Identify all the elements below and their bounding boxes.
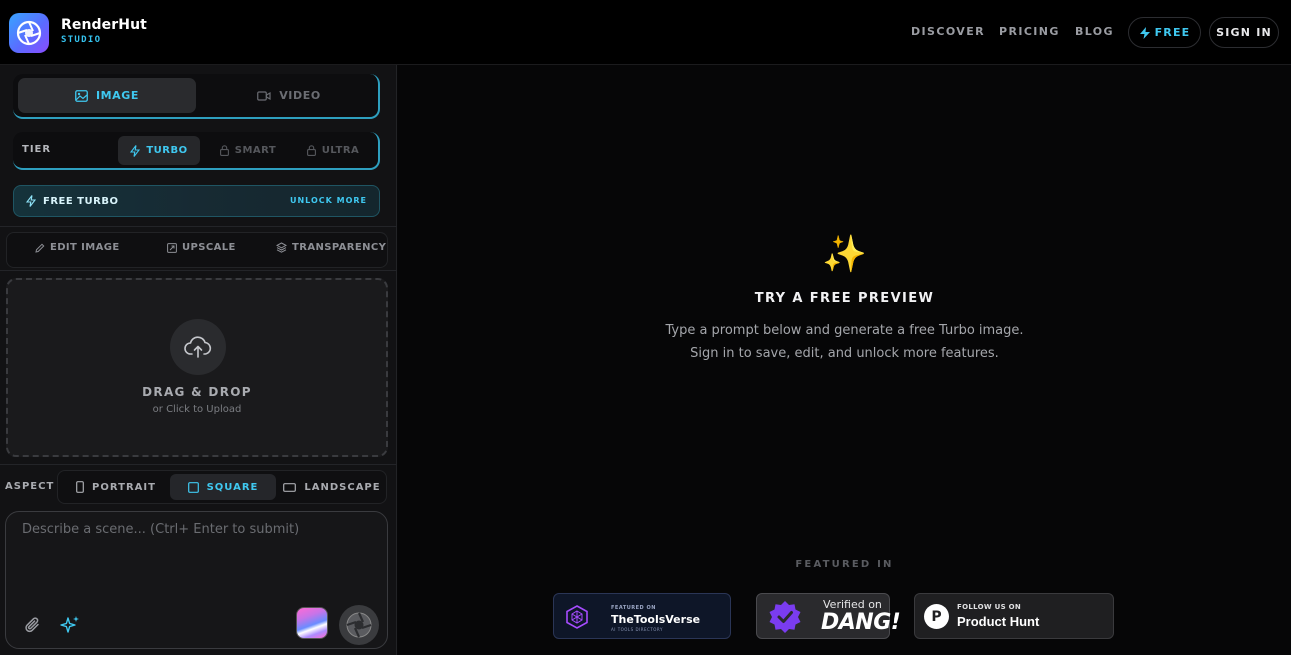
lightning-icon (130, 144, 141, 157)
section-divider (0, 464, 397, 465)
section-divider (0, 226, 397, 227)
free-button[interactable]: FREE (1128, 17, 1201, 48)
tier-turbo-label: TURBO (146, 145, 188, 156)
mode-image-label: IMAGE (95, 89, 140, 102)
edit-image-label: EDIT IMAGE (50, 242, 120, 253)
lightning-icon (1139, 26, 1150, 39)
lightning-icon (26, 195, 36, 207)
upscale-label: UPSCALE (182, 242, 236, 253)
control-panel: IMAGE VIDEO TIER TURBO SMART ULTRA FREE … (0, 65, 397, 655)
preview-area: ✨ TRY A FREE PREVIEW Type a prompt below… (398, 65, 1291, 655)
pencil-icon (35, 243, 45, 253)
brand-subtitle: STUDIO (61, 35, 102, 45)
featured-in-label: FEATURED IN (795, 559, 894, 570)
preview-title: TRY A FREE PREVIEW (754, 291, 935, 306)
preview-description-line-2: Sign in to save, edit, and unlock more f… (690, 346, 999, 361)
transparency-button[interactable]: TRANSPARENCY (276, 242, 386, 253)
dang-badge[interactable]: Verified on DANG! (756, 593, 901, 639)
square-icon (187, 481, 199, 493)
aspect-square-button[interactable]: SQUARE (170, 474, 276, 500)
sparkles-icon: ✨ (822, 234, 867, 275)
aspect-selector: PORTRAIT SQUARE LANDSCAPE (57, 470, 387, 504)
paperclip-icon (25, 617, 39, 633)
sparkles-icon (60, 616, 79, 633)
aspect-label: ASPECT (5, 481, 55, 492)
cloud-upload-icon (184, 336, 212, 358)
top-header: RenderHut STUDIO DISCOVER PRICING BLOG F… (0, 0, 1291, 65)
tier-selector: TIER TURBO SMART ULTRA (13, 132, 380, 170)
edit-image-button[interactable]: EDIT IMAGE (35, 242, 120, 253)
toolsverse-badge[interactable]: FEATURED ON TheToolsVerse AI TOOLS DIREC… (553, 593, 731, 639)
app-logo[interactable] (9, 13, 49, 53)
aperture-icon (16, 20, 42, 46)
producthunt-name: Product Hunt (957, 614, 1040, 629)
generate-button[interactable] (339, 605, 379, 645)
tier-label: TIER (22, 144, 52, 155)
portrait-icon (76, 481, 84, 493)
upscale-icon (167, 242, 177, 253)
lock-icon (306, 145, 316, 156)
free-turbo-label: FREE TURBO (43, 195, 119, 207)
prompt-box (5, 511, 388, 649)
upload-title: DRAG & DROP (142, 385, 252, 399)
producthunt-badge[interactable]: P FOLLOW US ON Product Hunt (914, 593, 1114, 639)
aspect-portrait-label: PORTRAIT (92, 481, 156, 493)
dang-name: DANG! (821, 610, 901, 635)
free-button-label: FREE (1154, 26, 1191, 39)
sign-in-button[interactable]: SIGN IN (1209, 17, 1279, 48)
transparency-label: TRANSPARENCY (292, 242, 387, 253)
unlock-more-link[interactable]: UNLOCK MORE (290, 196, 367, 205)
nav-pricing[interactable]: PRICING (999, 25, 1060, 38)
producthunt-icon: P (924, 604, 949, 629)
aspect-portrait-button[interactable]: PORTRAIT (66, 474, 166, 500)
toolsverse-name: TheToolsVerse (611, 613, 701, 626)
mode-image-button[interactable]: IMAGE (18, 78, 196, 113)
aspect-square-label: SQUARE (206, 481, 259, 493)
style-preset-thumbnail[interactable] (296, 607, 328, 639)
upload-subtitle: or Click to Upload (152, 404, 242, 415)
nav-blog[interactable]: BLOG (1075, 25, 1114, 38)
toolsverse-tagline: AI TOOLS DIRECTORY (611, 627, 663, 632)
tier-ultra-label: ULTRA (321, 145, 360, 156)
aperture-icon (346, 612, 372, 638)
preview-description-line-1: Type a prompt below and generate a free … (665, 323, 1024, 338)
lock-icon (219, 145, 229, 156)
section-divider (0, 270, 397, 271)
image-tools: EDIT IMAGE UPSCALE TRANSPARENCY (6, 232, 388, 268)
attach-button[interactable] (23, 615, 43, 635)
video-camera-icon (257, 90, 271, 101)
hexagon-icon (566, 605, 588, 629)
landscape-icon (283, 482, 297, 492)
free-turbo-banner: FREE TURBO UNLOCK MORE (13, 185, 380, 217)
free-turbo-info: FREE TURBO (26, 195, 118, 207)
tier-ultra-button[interactable]: ULTRA (298, 136, 368, 165)
mode-switcher: IMAGE VIDEO (13, 74, 380, 119)
sign-in-label: SIGN IN (1216, 26, 1272, 39)
upload-dropzone[interactable]: DRAG & DROP or Click to Upload (6, 278, 388, 457)
upload-icon-circle (170, 319, 226, 375)
mode-video-button[interactable]: VIDEO (203, 78, 375, 113)
layers-icon (276, 242, 287, 253)
brand-name: RenderHut (61, 17, 147, 33)
image-icon (75, 89, 88, 102)
verified-badge-icon (769, 601, 801, 633)
tier-turbo-button[interactable]: TURBO (118, 136, 200, 165)
tier-smart-label: SMART (234, 145, 277, 156)
enhance-prompt-button[interactable] (59, 614, 81, 636)
prompt-input[interactable] (22, 522, 372, 592)
tier-smart-button[interactable]: SMART (213, 136, 283, 165)
toolsverse-small: FEATURED ON (611, 605, 656, 611)
producthunt-small: FOLLOW US ON (957, 603, 1022, 611)
aspect-landscape-label: LANDSCAPE (304, 481, 381, 493)
nav-discover[interactable]: DISCOVER (911, 25, 985, 38)
upscale-button[interactable]: UPSCALE (167, 242, 236, 253)
aspect-landscape-button[interactable]: LANDSCAPE (280, 474, 384, 500)
mode-video-label: VIDEO (279, 89, 321, 102)
